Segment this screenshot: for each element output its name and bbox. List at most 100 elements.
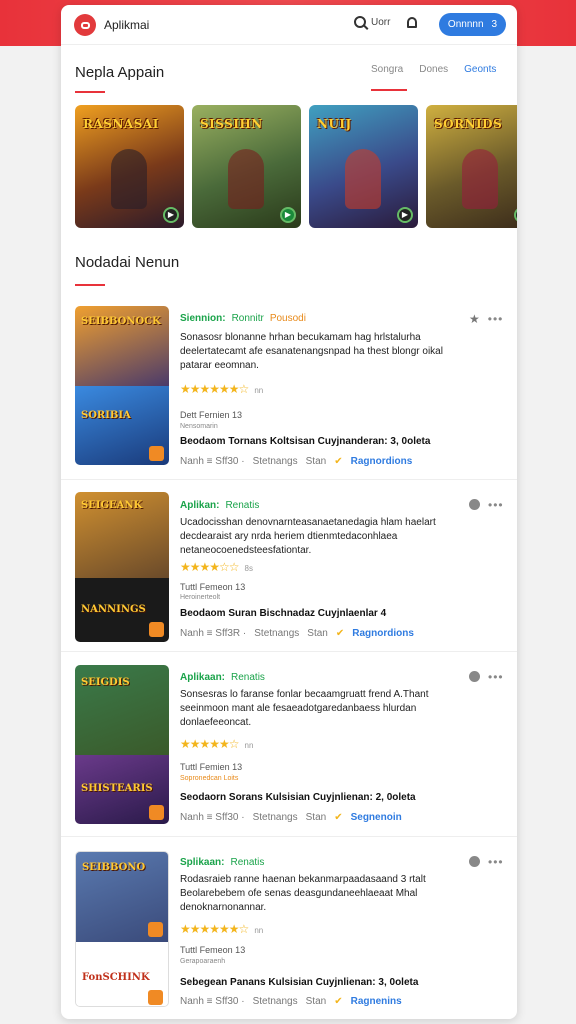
play-badge-icon: ▶ (397, 207, 413, 223)
item-header: Splikaan: Renatis (180, 857, 264, 868)
footer-start[interactable]: Stan (306, 456, 327, 467)
item-footer: Nanh ≡ Sff3R · Stetnangs Stan ✔ Ragnordi… (180, 628, 414, 639)
featured-tile[interactable]: SISSIHN ▶ (192, 105, 301, 228)
footer-start[interactable]: Stan (307, 628, 328, 639)
more-icon[interactable]: ••• (488, 313, 504, 325)
tab-geonts[interactable]: Geonts (464, 64, 496, 75)
item-subtitle: Renatis (230, 857, 265, 868)
footer-meta: Nanh ≡ Sff3R · (180, 628, 247, 639)
item-actions: ••• (469, 671, 504, 683)
play-badge-icon: ▶ (163, 207, 179, 223)
badge-icon (148, 922, 163, 937)
chevron-down-icon: ✔ (334, 812, 343, 823)
rating-stars: ★★★★★★☆ (180, 382, 249, 396)
app-logo-icon[interactable] (74, 14, 96, 36)
featured-tile[interactable]: NUIJ ▶ (309, 105, 418, 228)
search-icon[interactable] (354, 16, 366, 28)
footer-settings[interactable]: Stetnangs (254, 628, 299, 639)
rating-meta: nn (254, 386, 264, 395)
footer-settings[interactable]: Stetnangs (253, 812, 298, 823)
item-header: Siennion: Ronnitr Pousodi (180, 313, 306, 324)
header-bar: Aplikmai Uorr Onnnnn 3 (61, 5, 517, 45)
character-art (228, 149, 264, 209)
footer-meta: Nanh ≡ Sff30 · (180, 812, 245, 823)
more-icon[interactable]: ••• (488, 856, 504, 868)
item-detail-line: Tuttl Femien 13 (180, 762, 243, 772)
tab-active-indicator (371, 89, 407, 91)
more-icon[interactable]: ••• (488, 499, 504, 511)
search-label: Uorr (371, 16, 391, 28)
featured-tile-title: RASNASAI (83, 117, 159, 131)
list-item[interactable]: SEIGEANK NANNINGS Aplikan: Renatis ••• U… (61, 480, 517, 652)
item-name: Siennion: (180, 313, 226, 324)
chevron-down-icon: ✔ (335, 628, 345, 639)
app-thumbnail[interactable]: SEIGDIS SHISTEARIS (75, 665, 169, 824)
share-icon[interactable] (469, 671, 480, 682)
star-rating: ★★★★☆☆ 8s (180, 560, 253, 574)
item-header: Aplikan: Renatis (180, 500, 259, 511)
section-title-list: Nodadai Nenun (75, 254, 180, 271)
chevron-down-icon: ✔ (334, 456, 343, 467)
list-item[interactable]: SEIGDIS SHISTEARIS Aplikaan: Renatis •••… (61, 652, 517, 837)
footer-link[interactable]: Ragnenins (351, 996, 402, 1007)
item-subtitle: Ronnitr (231, 313, 264, 324)
share-icon[interactable] (469, 499, 480, 510)
item-summary: Beodaom Suran Bischnadaz Cuyjnlaenlar 4 (180, 608, 387, 619)
item-actions: ••• (469, 856, 504, 868)
app-thumbnail[interactable]: SEIBBONO FonSCHINK (75, 851, 169, 1007)
share-icon[interactable] (469, 856, 480, 867)
item-subtitle: Renatis (231, 672, 265, 683)
item-actions: ••• (469, 499, 504, 511)
badge-icon (149, 805, 164, 820)
footer-meta: Nanh ≡ Sff30 · (180, 456, 245, 467)
star-icon[interactable]: ★ (469, 312, 480, 326)
rating-meta: nn (244, 741, 254, 750)
thumbnail-subtitle: FonSCHINK (82, 972, 150, 983)
more-icon[interactable]: ••• (488, 671, 504, 683)
app-thumbnail[interactable]: SEIBBONOCK SORIBIA (75, 306, 169, 465)
item-description: Ucadocisshan denovnarnteasanaetanedagia … (180, 517, 436, 556)
thumbnail-subtitle: SORIBIA (81, 410, 131, 421)
footer-link[interactable]: Segnenoin (351, 812, 402, 823)
app-window: Aplikmai Uorr Onnnnn 3 Nepla Appain Song… (61, 5, 517, 1019)
list-item[interactable]: SEIBBONOCK SORIBIA Siennion: Ronnitr Pou… (61, 300, 517, 480)
featured-tile[interactable]: RASNASAI ▶ (75, 105, 184, 228)
character-art (111, 149, 147, 209)
play-badge-icon: ▶ (280, 207, 296, 223)
footer-settings[interactable]: Stetnangs (253, 456, 298, 467)
featured-tile-title: NUIJ (317, 117, 352, 131)
rating-meta: 8s (244, 564, 253, 573)
featured-tile[interactable]: SORNIDS ▶ (426, 105, 517, 228)
footer-start[interactable]: Stan (306, 996, 327, 1007)
list-item[interactable]: SEIBBONO FonSCHINK Splikaan: Renatis •••… (61, 837, 517, 1019)
rating-stars: ★★★★★★☆ (180, 922, 249, 936)
item-footer: Nanh ≡ Sff30 · Stetnangs Stan ✔ Segnenoi… (180, 812, 402, 823)
tab-dones[interactable]: Dones (419, 64, 448, 75)
search-control[interactable]: Uorr (354, 16, 390, 28)
primary-action-button[interactable]: Onnnnn 3 (439, 13, 506, 36)
item-summary: Sebegean Panans Kulsisian Cuyjnlienan: 3… (180, 977, 419, 988)
rating-meta: nn (254, 926, 264, 935)
thumbnail-title: SEIBBONO (82, 862, 146, 873)
item-detail-line: Tuttl Femeon 13 (180, 945, 246, 955)
thumbnail-title: SEIGDIS (81, 677, 130, 688)
featured-tile-title: SISSIHN (200, 117, 263, 131)
item-detail-line: Tuttl Femeon 13 (180, 582, 246, 592)
footer-settings[interactable]: Stetnangs (253, 996, 298, 1007)
badge-icon (149, 446, 164, 461)
footer-link[interactable]: Ragnordions (352, 628, 414, 639)
item-actions: ★ ••• (469, 312, 503, 326)
item-detail-line: Dett Fernien 13 (180, 410, 243, 420)
thumbnail-subtitle: SHISTEARIS (81, 783, 153, 794)
thumbnail-subtitle: NANNINGS (81, 604, 146, 615)
tab-songra[interactable]: Songra (371, 64, 403, 75)
bell-icon[interactable] (407, 17, 417, 28)
primary-action-count: 3 (491, 19, 498, 30)
play-badge-icon: ▶ (514, 207, 517, 223)
item-name: Aplikan: (180, 500, 220, 511)
section-underline (75, 91, 105, 93)
footer-start[interactable]: Stan (306, 812, 327, 823)
item-description: Sonasosr blonanne hrhan becukamam hag hr… (180, 332, 443, 371)
footer-link[interactable]: Ragnordions (351, 456, 413, 467)
app-thumbnail[interactable]: SEIGEANK NANNINGS (75, 492, 169, 642)
